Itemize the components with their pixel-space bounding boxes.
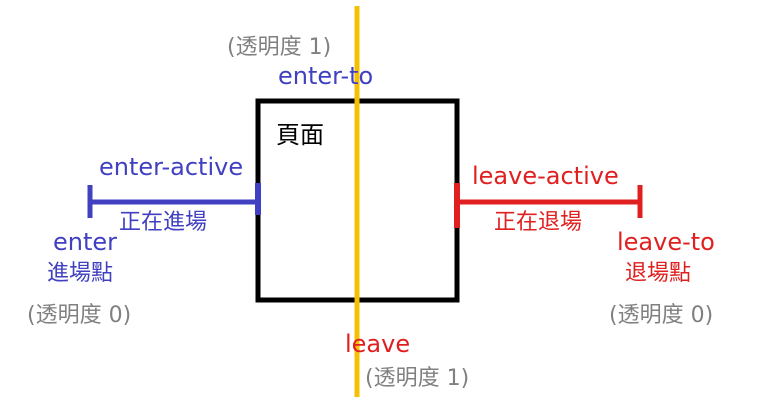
enter-active-label: enter-active	[99, 153, 243, 181]
enter-to-label: enter-to	[278, 62, 373, 90]
leave-active-label: leave-active	[472, 162, 619, 190]
center-bottom-opacity: (透明度 1)	[365, 366, 469, 391]
transition-diagram: 頁面 (透明度 1) enter-to leave (透明度 1) enter-…	[27, 6, 715, 397]
page-box-label: 頁面	[276, 121, 324, 149]
center-top-opacity: (透明度 1)	[227, 35, 331, 60]
leave-to-label: leave-to	[617, 228, 715, 256]
enter-opacity: (透明度 0)	[27, 303, 131, 328]
enter-point-label: enter	[53, 228, 117, 256]
enter-active-desc: 正在進場	[119, 210, 207, 235]
leave-opacity: (透明度 0)	[609, 303, 713, 328]
leave-label: leave	[345, 330, 410, 358]
leave-to-desc: 退場點	[625, 261, 691, 286]
enter-point-desc: 進場點	[47, 261, 113, 286]
leave-active-desc: 正在退場	[494, 210, 582, 235]
